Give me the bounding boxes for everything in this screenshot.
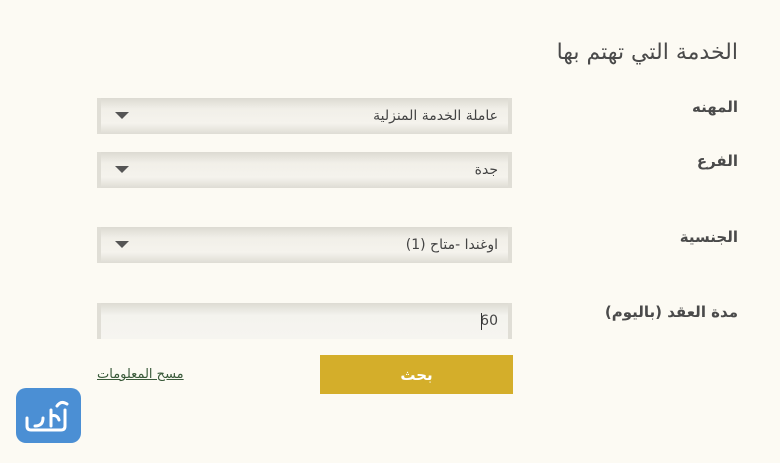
chevron-down-icon <box>115 241 129 248</box>
profession-value: عاملة الخدمة المنزلية <box>373 108 498 124</box>
profession-label: المهنه <box>692 98 738 116</box>
form-title: الخدمة التي تهتم بها <box>556 40 738 65</box>
clear-info-link[interactable]: مسح المعلومات <box>97 367 184 382</box>
nationality-select[interactable]: اوغندا -متاح (1) <box>97 227 512 263</box>
branch-select[interactable]: جدة <box>97 152 512 188</box>
site-logo <box>16 388 81 443</box>
text-cursor <box>481 313 482 330</box>
contract-duration-label: مدة العقد (باليوم) <box>604 303 738 321</box>
contract-duration-value: 60 <box>480 313 498 329</box>
logo-icon <box>25 400 69 431</box>
nationality-value: اوغندا -متاح (1) <box>405 237 498 253</box>
chevron-down-icon <box>115 112 129 119</box>
chevron-down-icon <box>115 166 129 173</box>
branch-value: جدة <box>474 162 498 178</box>
nationality-label: الجنسية <box>679 228 738 246</box>
profession-select[interactable]: عاملة الخدمة المنزلية <box>97 98 512 134</box>
contract-duration-input[interactable]: 60 <box>97 303 512 339</box>
branch-label: الفرع <box>696 152 738 170</box>
search-button[interactable]: بحث <box>320 355 513 394</box>
